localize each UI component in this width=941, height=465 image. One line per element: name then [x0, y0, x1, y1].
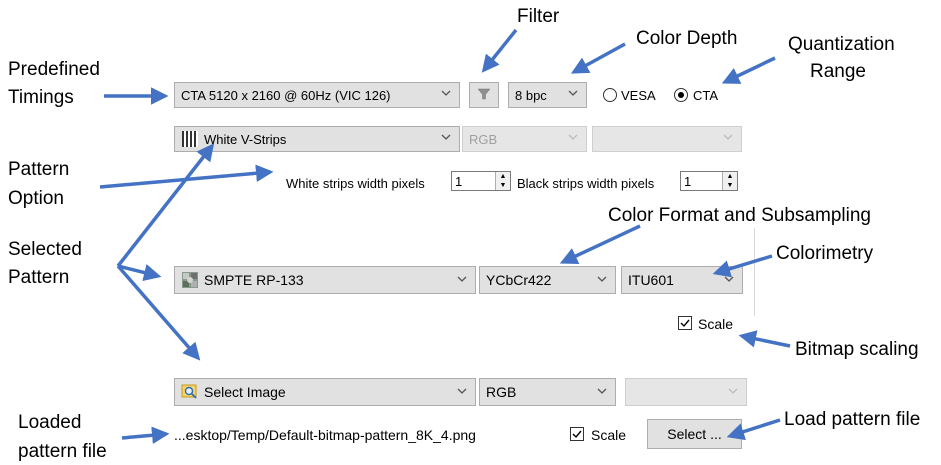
pattern-color-format-value: RGB: [469, 131, 498, 147]
white-strips-width-input[interactable]: 1 ▲ ▼: [451, 171, 511, 191]
chevron-down-icon: [723, 273, 735, 285]
black-strips-width-value: 1: [684, 173, 692, 189]
range-cta-label: CTA: [693, 88, 719, 103]
annotation-loaded-pattern-file-2: pattern file: [18, 441, 107, 462]
range-vesa-radio[interactable]: [603, 88, 617, 102]
pattern-select-value: White V-Strips: [204, 131, 287, 147]
black-strips-width-label: Black strips width pixels: [517, 176, 655, 191]
chevron-down-icon: [596, 385, 608, 397]
annotation-pattern-option-2: Option: [8, 188, 64, 209]
annotation-color-format: Color Format and Subsampling: [608, 205, 871, 226]
chevron-down-icon: [727, 385, 739, 397]
smpte-pattern-icon: [181, 271, 199, 289]
white-strips-width-label: White strips width pixels: [286, 176, 425, 191]
filter-button[interactable]: [469, 82, 499, 108]
annotation-pattern-option-1: Pattern: [8, 159, 70, 180]
arrow-selected-pattern-b: [117, 264, 162, 282]
image-scale-label: Scale: [591, 427, 627, 443]
chevron-down-icon: [567, 87, 579, 99]
chevron-down-icon: [456, 385, 468, 397]
arrow-pattern-option: [99, 164, 274, 189]
pattern-select[interactable]: White V-Strips: [174, 126, 460, 152]
color-depth-select[interactable]: 8 bpc: [508, 82, 587, 108]
arrow-quantization-range: [721, 56, 776, 84]
smpte-colorimetry-value: ITU601: [628, 272, 674, 288]
annotation-loaded-pattern-file-1: Loaded: [18, 412, 82, 433]
smpte-scale-checkbox[interactable]: [678, 316, 692, 330]
chevron-down-icon: [722, 131, 734, 143]
pattern-colorimetry-select[interactable]: [592, 126, 742, 152]
annotation-predefined-timings-1: Predefined: [8, 59, 100, 80]
color-depth-value: 8 bpc: [515, 87, 547, 103]
arrow-color-depth: [570, 42, 626, 74]
smpte-pattern-select[interactable]: SMPTE RP-133: [174, 266, 476, 294]
smpte-colorimetry-select[interactable]: ITU601: [621, 266, 743, 294]
annotation-load-pattern-file: Load pattern file: [784, 409, 921, 430]
timing-select[interactable]: CTA 5120 x 2160 @ 60Hz (VIC 126): [174, 82, 460, 108]
image-pattern-select[interactable]: Select Image: [174, 378, 476, 406]
arrow-color-format: [559, 224, 641, 264]
annotation-bitmap-scaling: Bitmap scaling: [795, 339, 919, 360]
loaded-file-path: ...esktop/Temp/Default-bitmap-pattern_8K…: [174, 427, 476, 443]
panel-divider: [754, 228, 755, 316]
vertical-strips-icon: [181, 130, 199, 148]
annotation-colorimetry: Colorimetry: [776, 243, 874, 264]
arrow-loaded-pattern-file: [121, 426, 170, 444]
select-file-button-label: Select ...: [667, 426, 722, 442]
arrow-filter: [481, 28, 518, 73]
spinner-arrows-icon[interactable]: ▲ ▼: [722, 172, 737, 190]
spinner-arrows-icon[interactable]: ▲ ▼: [495, 172, 510, 190]
annotation-quantization-range-2: Range: [810, 61, 866, 82]
chevron-down-icon: [596, 273, 608, 285]
range-vesa-label: VESA: [621, 88, 656, 103]
annotation-selected-pattern-1: Selected: [8, 239, 82, 260]
annotation-filter: Filter: [517, 6, 560, 27]
annotation-selected-pattern-2: Pattern: [8, 267, 70, 288]
image-pattern-value: Select Image: [204, 384, 286, 400]
smpte-color-format-select[interactable]: YCbCr422: [479, 266, 616, 294]
smpte-scale-label: Scale: [698, 316, 734, 332]
image-search-icon: [181, 383, 199, 401]
chevron-down-icon: [456, 273, 468, 285]
smpte-color-format-value: YCbCr422: [486, 272, 552, 288]
image-color-format-value: RGB: [486, 384, 517, 400]
chevron-down-icon: [440, 131, 452, 143]
annotation-quantization-range-1: Quantization: [788, 34, 895, 55]
annotation-predefined-timings-2: Timings: [8, 87, 74, 108]
pattern-color-format-select[interactable]: RGB: [462, 126, 587, 152]
image-color-format-select[interactable]: RGB: [479, 378, 616, 406]
checkmark-icon: [572, 430, 582, 439]
chevron-down-icon: [440, 87, 452, 99]
select-file-button[interactable]: Select ...: [647, 419, 742, 449]
timing-select-value: CTA 5120 x 2160 @ 60Hz (VIC 126): [181, 87, 391, 103]
image-scale-checkbox[interactable]: [570, 427, 584, 441]
arrow-selected-pattern-a: [116, 143, 215, 268]
chevron-down-icon: [567, 131, 579, 143]
checkmark-icon: [680, 319, 690, 328]
image-colorimetry-select[interactable]: [625, 378, 747, 406]
filter-icon: [477, 87, 491, 104]
black-strips-width-input[interactable]: 1 ▲ ▼: [680, 171, 738, 191]
range-cta-radio[interactable]: [674, 88, 688, 102]
white-strips-width-value: 1: [455, 173, 463, 189]
smpte-pattern-value: SMPTE RP-133: [204, 272, 304, 288]
annotation-color-depth: Color Depth: [636, 28, 738, 49]
arrow-bitmap-scaling: [738, 330, 791, 348]
